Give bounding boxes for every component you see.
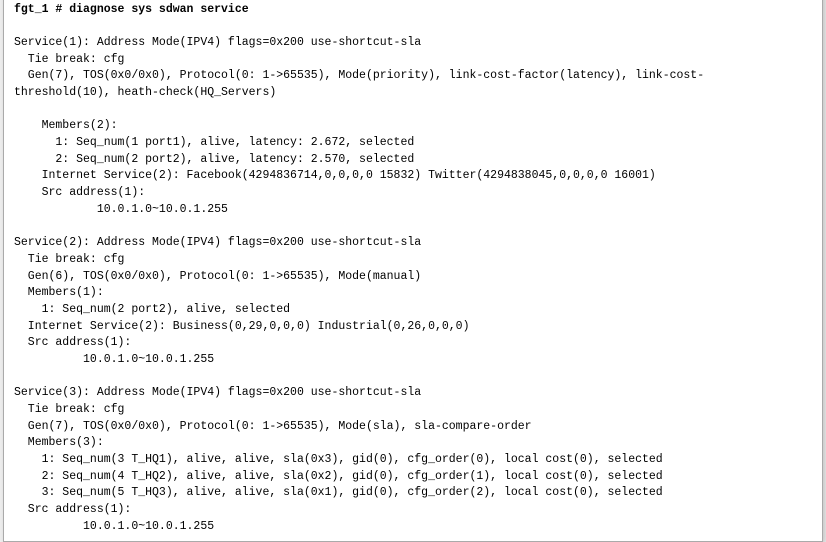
terminal-line: Members(2): — [14, 119, 118, 132]
terminal-line: 10.0.1.0~10.0.1.255 — [14, 203, 228, 216]
terminal-line: 10.0.1.0~10.0.1.255 — [14, 353, 214, 366]
terminal-line: Service(1): Address Mode(IPV4) flags=0x2… — [14, 36, 421, 49]
terminal-line: 2: Seq_num(2 port2), alive, latency: 2.5… — [14, 153, 414, 166]
terminal-line: Members(3): — [14, 436, 104, 449]
terminal-line: Internet Service(2): Business(0,29,0,0,0… — [14, 320, 469, 333]
terminal-line: 1: Seq_num(2 port2), alive, selected — [14, 303, 290, 316]
terminal-line: Gen(7), TOS(0x0/0x0), Protocol(0: 1->655… — [14, 69, 704, 82]
terminal-line: Service(2): Address Mode(IPV4) flags=0x2… — [14, 236, 421, 249]
terminal-line: Service(3): Address Mode(IPV4) flags=0x2… — [14, 386, 421, 399]
terminal-line: Tie break: cfg — [14, 253, 124, 266]
terminal-line: 1: Seq_num(3 T_HQ1), alive, alive, sla(0… — [14, 453, 663, 466]
terminal-line: Gen(6), TOS(0x0/0x0), Protocol(0: 1->655… — [14, 270, 421, 283]
terminal-line: Src address(1): — [14, 503, 131, 516]
terminal-body[interactable]: fgt_1 # diagnose sys sdwan service Servi… — [4, 0, 822, 541]
terminal-line: threshold(10), heath-check(HQ_Servers) — [14, 86, 276, 99]
terminal-line: 3: Seq_num(5 T_HQ3), alive, alive, sla(0… — [14, 486, 663, 499]
terminal-line: Src address(1): — [14, 336, 131, 349]
terminal-line: Src address(1): — [14, 186, 145, 199]
terminal-line: 10.0.1.0~10.0.1.255 — [14, 520, 214, 533]
terminal-line: Gen(7), TOS(0x0/0x0), Protocol(0: 1->655… — [14, 420, 532, 433]
terminal-line: Members(1): — [14, 286, 104, 299]
terminal-line: 2: Seq_num(4 T_HQ2), alive, alive, sla(0… — [14, 470, 663, 483]
command-line: fgt_1 # diagnose sys sdwan service — [14, 3, 249, 16]
terminal-line: Tie break: cfg — [14, 53, 124, 66]
terminal-line: Internet Service(2): Facebook(4294836714… — [14, 169, 656, 182]
terminal-window: fgt_1 # diagnose sys sdwan service fgt_1… — [3, 0, 823, 542]
terminal-line: Tie break: cfg — [14, 403, 124, 416]
terminal-line: 1: Seq_num(1 port1), alive, latency: 2.6… — [14, 136, 414, 149]
